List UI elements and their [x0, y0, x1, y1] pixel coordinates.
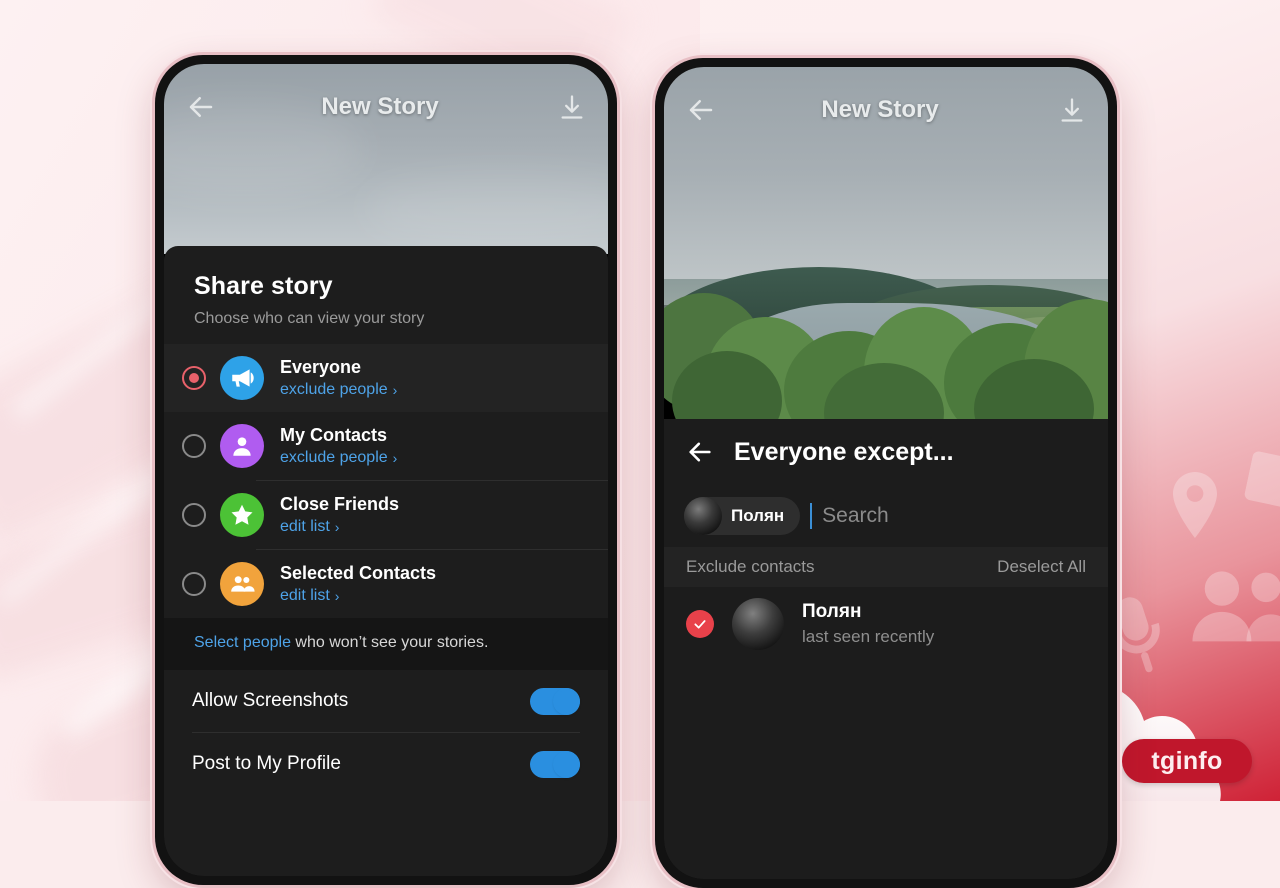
exclude-hint-rest: who won’t see your stories. — [290, 634, 489, 651]
phone-right: New Story Everyone except... Полян Searc… — [655, 58, 1117, 888]
option-my-contacts-text: My Contacts exclude people › — [280, 425, 596, 467]
option-selected-contacts-text: Selected Contacts edit list › — [280, 563, 596, 605]
option-action-label: exclude people — [280, 448, 388, 466]
option-close-friends-text: Close Friends edit list › — [280, 494, 596, 536]
people-icon — [220, 562, 264, 606]
contact-avatar — [732, 598, 784, 650]
allow-screenshots-label: Allow Screenshots — [192, 690, 349, 711]
panel-header: Everyone except... — [664, 419, 1108, 485]
right-topbar: New Story — [664, 67, 1108, 153]
option-action-link[interactable]: exclude people › — [280, 381, 596, 399]
option-everyone-text: Everyone exclude people › — [280, 357, 596, 399]
contact-checkbox[interactable] — [686, 610, 714, 638]
sheet-header: Share story Choose who can view your sto… — [164, 246, 608, 344]
chevron-right-icon: › — [392, 381, 398, 398]
option-label: Everyone — [280, 357, 362, 378]
download-icon[interactable] — [558, 93, 586, 121]
panel-title: Everyone except... — [734, 437, 954, 466]
section-header: Exclude contacts Deselect All — [664, 547, 1108, 587]
search-input[interactable]: Search — [822, 504, 889, 528]
phone-right-screen: New Story Everyone except... Полян Searc… — [664, 67, 1108, 879]
option-action-label: edit list — [280, 586, 330, 604]
deselect-all-button[interactable]: Deselect All — [997, 557, 1086, 577]
contact-name: Полян — [802, 601, 862, 622]
option-action-label: exclude people — [280, 380, 388, 398]
download-icon[interactable] — [1058, 96, 1086, 124]
text-caret — [810, 503, 813, 529]
selected-contact-chip[interactable]: Полян — [684, 497, 801, 535]
radio-everyone[interactable] — [182, 366, 206, 390]
row-allow-screenshots[interactable]: Allow Screenshots — [164, 670, 608, 732]
chevron-right-icon: › — [334, 587, 340, 604]
option-label: Close Friends — [280, 494, 400, 515]
people-group-icon — [1192, 571, 1280, 642]
post-to-profile-label: Post to My Profile — [192, 753, 341, 774]
option-label: Selected Contacts — [280, 563, 437, 584]
option-action-link[interactable]: edit list › — [280, 587, 596, 605]
chevron-right-icon: › — [392, 449, 398, 466]
sheet-title: Share story — [194, 272, 333, 300]
radio-close-friends[interactable] — [182, 503, 206, 527]
arrow-left-icon[interactable] — [686, 438, 714, 466]
option-selected-contacts[interactable]: Selected Contacts edit list › — [164, 550, 608, 618]
post-to-profile-toggle[interactable] — [530, 750, 580, 778]
contact-row[interactable]: Полян last seen recently — [664, 587, 1108, 661]
section-label: Exclude contacts — [686, 557, 815, 576]
radio-selected-contacts[interactable] — [182, 572, 206, 596]
share-story-sheet: Share story Choose who can view your sto… — [164, 246, 608, 876]
select-people-link[interactable]: Select people — [194, 634, 291, 651]
megaphone-icon — [220, 356, 264, 400]
sheet-subtitle: Choose who can view your story — [194, 310, 425, 327]
left-topbar: New Story — [164, 64, 608, 150]
allow-screenshots-toggle[interactable] — [530, 687, 580, 715]
contact-info: Полян last seen recently — [802, 601, 934, 647]
location-pin-icon — [1173, 472, 1217, 538]
chip-label: Полян — [731, 506, 785, 525]
radio-my-contacts[interactable] — [182, 434, 206, 458]
chip-avatar — [684, 497, 722, 535]
exclude-hint: Select people who won’t see your stories… — [164, 618, 608, 670]
person-icon — [220, 424, 264, 468]
tginfo-logo: tginfo — [1122, 739, 1252, 783]
foliage — [664, 259, 1108, 425]
chevron-right-icon: › — [334, 518, 340, 535]
phone-left-screen: New Story Share story Choose who can vie… — [164, 64, 608, 876]
option-action-link[interactable]: edit list › — [280, 518, 596, 536]
search-row[interactable]: Полян Search — [664, 485, 1108, 547]
row-post-to-my-profile[interactable]: Post to My Profile — [164, 733, 608, 795]
phone-left: New Story Share story Choose who can vie… — [155, 55, 617, 885]
option-label: My Contacts — [280, 425, 388, 446]
option-close-friends[interactable]: Close Friends edit list › — [164, 481, 608, 549]
right-topbar-title: New Story — [821, 96, 939, 123]
option-my-contacts[interactable]: My Contacts exclude people › — [164, 412, 608, 480]
option-action-label: edit list — [280, 517, 330, 535]
everyone-except-panel: Everyone except... Полян Search Exclude … — [664, 419, 1108, 879]
tginfo-logo-text: tginfo — [1151, 746, 1223, 775]
left-topbar-title: New Story — [321, 93, 439, 120]
star-icon — [220, 493, 264, 537]
option-action-link[interactable]: exclude people › — [280, 449, 596, 467]
option-everyone[interactable]: Everyone exclude people › — [164, 344, 608, 412]
contact-status: last seen recently — [802, 627, 935, 646]
